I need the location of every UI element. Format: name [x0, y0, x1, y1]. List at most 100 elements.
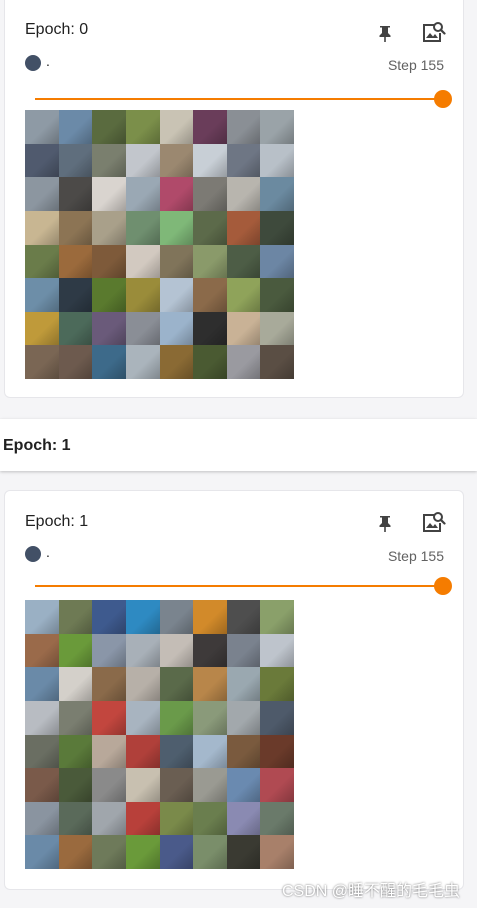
run-color-dot: [25, 546, 41, 562]
step-slider[interactable]: [35, 88, 452, 110]
sample-image-thumbnail: [193, 600, 227, 634]
sample-image-thumbnail: [260, 143, 294, 178]
sample-image-thumbnail: [159, 278, 194, 312]
sample-image-thumbnail: [125, 700, 160, 735]
sample-image-thumbnail: [159, 143, 194, 178]
sample-image-thumbnail: [58, 110, 93, 144]
sample-image-thumbnail: [159, 633, 194, 668]
pin-icon[interactable]: [371, 509, 399, 537]
sample-image-thumbnail: [25, 667, 59, 701]
sample-image-thumbnail: [125, 110, 160, 144]
sample-image-thumbnail: [226, 143, 261, 178]
sample-image-thumbnail: [159, 768, 194, 802]
sample-image-thumbnail: [125, 143, 160, 178]
sample-image-thumbnail: [58, 768, 93, 802]
step-label: Step 155: [387, 548, 444, 564]
sample-image-thumbnail: [226, 600, 261, 634]
sample-image-thumbnail: [260, 700, 294, 735]
sample-image-thumbnail: [92, 801, 126, 836]
sample-image-thumbnail: [193, 734, 227, 769]
image-card-epoch-0: Epoch: 0 . Step 155: [4, 0, 464, 398]
sample-image-thumbnail: [193, 633, 227, 668]
sample-image-thumbnail: [125, 244, 160, 279]
sample-image-thumbnail: [25, 143, 59, 178]
sample-image-thumbnail: [25, 801, 59, 836]
sample-image-thumbnail: [58, 667, 93, 701]
sample-image-thumbnail: [125, 768, 160, 802]
sample-image-thumbnail: [125, 311, 160, 346]
sample-image-thumbnail: [260, 768, 294, 802]
sample-image-thumbnail: [58, 700, 93, 735]
sample-image-thumbnail: [260, 210, 294, 245]
sample-image-thumbnail: [58, 600, 93, 634]
sample-image-thumbnail: [92, 345, 126, 379]
sample-image-thumbnail: [159, 700, 194, 735]
sample-image-thumbnail: [92, 835, 126, 869]
sample-image-thumbnail: [193, 835, 227, 869]
sample-image-thumbnail: [92, 768, 126, 802]
sample-image-thumbnail: [260, 667, 294, 701]
sample-image-thumbnail: [125, 278, 160, 312]
sample-image-thumbnail: [159, 244, 194, 279]
sample-image-thumbnail: [226, 345, 261, 379]
sample-image-thumbnail: [193, 244, 227, 279]
sample-image-thumbnail: [125, 177, 160, 211]
sample-image-thumbnail: [58, 734, 93, 769]
sample-image-thumbnail: [226, 177, 261, 211]
sample-image-thumbnail: [159, 835, 194, 869]
sample-image-thumbnail: [260, 633, 294, 668]
image-search-icon[interactable]: [419, 508, 447, 536]
sample-image-thumbnail: [159, 311, 194, 346]
sample-image-thumbnail: [226, 734, 261, 769]
sample-image-thumbnail: [159, 110, 194, 144]
image-search-icon[interactable]: [419, 18, 447, 46]
sample-image-thumbnail: [226, 801, 261, 836]
sample-image-thumbnail: [92, 278, 126, 312]
sample-image-thumbnail: [58, 143, 93, 178]
sample-image-thumbnail: [159, 734, 194, 769]
sample-image-thumbnail: [25, 278, 59, 312]
sample-image-thumbnail: [58, 633, 93, 668]
sample-image-thumbnail: [58, 244, 93, 279]
sample-image-thumbnail: [92, 633, 126, 668]
sample-image-thumbnail: [25, 768, 59, 802]
sample-image-thumbnail: [125, 345, 160, 379]
epoch-group-header[interactable]: Epoch: 1: [0, 419, 477, 471]
sample-image-thumbnail: [58, 177, 93, 211]
sample-image-thumbnail: [193, 700, 227, 735]
sample-image-thumbnail: [193, 177, 227, 211]
sample-image-thumbnail: [226, 110, 261, 144]
slider-thumb[interactable]: [434, 577, 452, 595]
sample-image-thumbnail: [125, 835, 160, 869]
sample-image-thumbnail: [92, 244, 126, 279]
step-slider[interactable]: [35, 575, 452, 597]
sample-image-thumbnail: [25, 210, 59, 245]
sample-image-thumbnail: [92, 734, 126, 769]
slider-thumb[interactable]: [434, 90, 452, 108]
sample-image-thumbnail: [193, 143, 227, 178]
sample-image-thumbnail: [25, 244, 59, 279]
sample-image-thumbnail: [92, 700, 126, 735]
sample-image-thumbnail: [226, 667, 261, 701]
sample-image-thumbnail: [25, 345, 59, 379]
sample-image-thumbnail: [58, 210, 93, 245]
sample-image-thumbnail: [193, 667, 227, 701]
sample-image-thumbnail: [159, 801, 194, 836]
sample-image-thumbnail: [125, 734, 160, 769]
watermark: CSDN @睡不醒的毛毛虫: [281, 883, 460, 900]
pin-icon[interactable]: [371, 19, 399, 47]
card-title: Epoch: 0: [25, 21, 89, 38]
sample-image-thumbnail: [25, 600, 59, 634]
sample-image-thumbnail: [92, 210, 126, 245]
sample-image-thumbnail: [58, 835, 93, 869]
sample-image-thumbnail: [125, 633, 160, 668]
image-card-epoch-1: Epoch: 1 . Step 155: [4, 490, 464, 890]
sample-image-thumbnail: [260, 278, 294, 312]
sample-image-thumbnail: [125, 600, 160, 634]
sample-image-thumbnail: [92, 667, 126, 701]
sample-image-thumbnail: [193, 345, 227, 379]
sample-image-thumbnail: [226, 244, 261, 279]
sample-image-thumbnail: [260, 345, 294, 379]
sample-image-thumbnail: [25, 110, 59, 144]
sample-image-thumbnail: [260, 734, 294, 769]
